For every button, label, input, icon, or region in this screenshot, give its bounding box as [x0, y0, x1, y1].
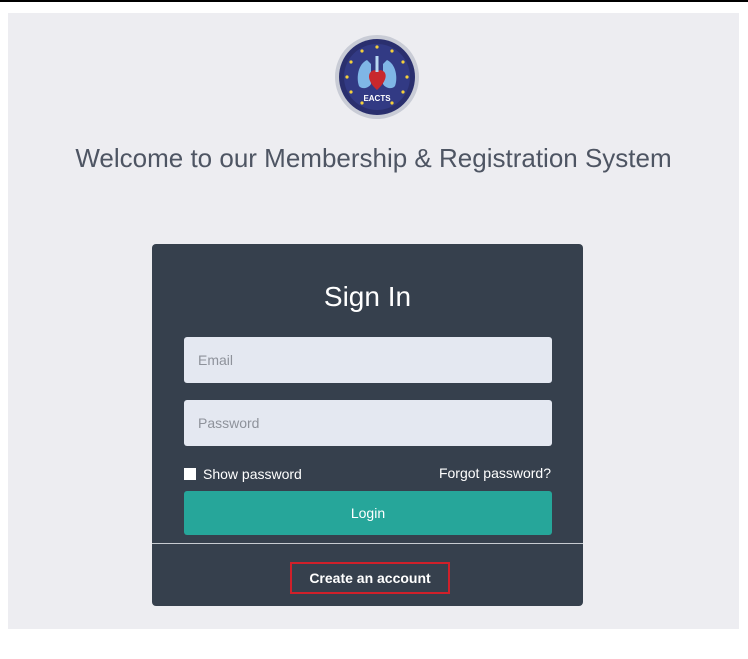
sign-in-card: Sign In Show password Forgot password? L… [152, 244, 583, 606]
welcome-heading: Welcome to our Membership & Registration… [75, 143, 672, 173]
show-password-toggle[interactable]: Show password [184, 466, 302, 482]
email-input[interactable] [184, 337, 552, 383]
logo-text: EACTS [363, 94, 391, 103]
card-divider [152, 543, 583, 544]
show-password-label: Show password [203, 466, 302, 482]
forgot-password-link[interactable]: Forgot password? [439, 465, 551, 481]
create-account-link[interactable]: Create an account [309, 570, 430, 586]
sign-in-title: Sign In [323, 281, 412, 312]
eacts-logo: EACTS [335, 35, 419, 119]
top-rule [0, 0, 748, 2]
show-password-checkbox[interactable] [184, 468, 196, 480]
password-input[interactable] [184, 400, 552, 446]
create-account-highlight: Create an account [290, 562, 450, 594]
login-button[interactable]: Login [184, 491, 552, 535]
login-page: EACTS Welcome to our Membership & Regist… [8, 13, 739, 629]
